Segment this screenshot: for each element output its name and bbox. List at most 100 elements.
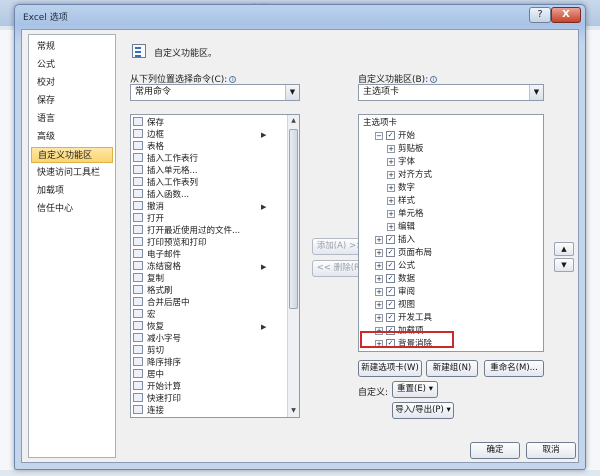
expand-icon[interactable]: + [375, 274, 383, 283]
expand-icon[interactable]: + [387, 170, 395, 179]
nav-item[interactable]: 公式 [31, 57, 113, 73]
command-item[interactable]: 电子邮件 [133, 249, 181, 261]
command-item[interactable]: 格式刷 [133, 285, 173, 297]
close-button[interactable]: X [551, 7, 581, 23]
ribbon-tree-item[interactable]: + ✓ 插入 [375, 234, 415, 247]
expand-icon[interactable]: + [387, 144, 395, 153]
command-item[interactable]: 打印预览和打印 [133, 237, 207, 249]
command-item[interactable]: 复制 [133, 273, 164, 285]
command-item[interactable]: 降序排序 [133, 357, 181, 369]
command-icon [133, 225, 143, 234]
scroll-up-icon[interactable]: ▲ [288, 115, 299, 127]
nav-item[interactable]: 校对 [31, 75, 113, 91]
new-tab-button[interactable]: 新建选项卡(W) [358, 360, 422, 377]
ok-button[interactable]: 确定 [470, 442, 520, 459]
nav-item[interactable]: 加载项 [31, 183, 113, 199]
expand-icon[interactable]: + [387, 196, 395, 205]
command-item[interactable]: 剪切 [133, 345, 164, 357]
ribbon-tree-item[interactable]: + ✓ 公式 [375, 260, 415, 273]
command-item[interactable]: 连接 [133, 405, 164, 417]
expand-icon[interactable]: + [387, 222, 395, 231]
expand-icon[interactable]: + [375, 261, 383, 270]
reset-button[interactable]: 重置(E) ▾ [392, 381, 438, 398]
tab-checkbox[interactable]: ✓ [386, 131, 395, 140]
command-icon [133, 405, 143, 414]
tab-checkbox[interactable]: ✓ [386, 287, 395, 296]
command-item[interactable]: 宏 [133, 309, 156, 321]
command-item[interactable]: 插入单元格... [133, 165, 198, 177]
ribbon-tree-item[interactable]: + ✓ 页面布局 [375, 247, 432, 260]
tab-checkbox[interactable]: ✓ [386, 261, 395, 270]
rename-button[interactable]: 重命名(M)... [484, 360, 544, 377]
command-item[interactable]: 居中 [133, 369, 164, 381]
expand-icon[interactable]: + [375, 248, 383, 257]
nav-item[interactable]: 信任中心 [31, 201, 113, 217]
dialog-client-area: 常规 公式 校对 保存 语言 高级 自定义功能区 快速访问工具栏 加载项 信任中心 自定义功能区。… [21, 29, 579, 463]
ribbon-tree-item[interactable]: + 剪贴板 [387, 143, 424, 156]
ribbon-tree-item[interactable]: + ✓ 审阅 [375, 286, 415, 299]
commands-list[interactable]: ▲ ▼ 保存 边框 ▶ 表格 插入工作表行 插入单元格... 插入工作表列 插入函数... 撤消… [130, 114, 300, 418]
command-item[interactable]: 保存 [133, 117, 164, 129]
expand-icon[interactable]: + [387, 183, 395, 192]
ribbon-tree-item[interactable]: + 样式 [387, 195, 415, 208]
ribbon-tabs-combo[interactable]: 主选项卡 ▼ [358, 84, 544, 101]
expand-icon[interactable]: + [375, 235, 383, 244]
customize-label: 自定义: [358, 388, 389, 398]
ribbon-tree-item[interactable]: 主选项卡 [363, 117, 397, 130]
new-group-button[interactable]: 新建组(N) [426, 360, 478, 377]
nav-item[interactable]: 快速访问工具栏 [31, 165, 113, 181]
command-item[interactable]: 打开 [133, 213, 164, 225]
tab-checkbox[interactable]: ✓ [386, 313, 395, 322]
expand-icon[interactable]: + [387, 209, 395, 218]
command-item[interactable]: 打开最近使用过的文件... [133, 225, 240, 237]
command-item[interactable]: 插入工作表列 [133, 177, 198, 189]
commands-list-scrollbar[interactable]: ▲ ▼ [287, 115, 299, 417]
ribbon-tree-item[interactable]: + ✓ 视图 [375, 299, 415, 312]
command-item[interactable]: 合并后居中 [133, 297, 190, 309]
expand-icon[interactable]: + [375, 313, 383, 322]
command-item[interactable]: 快速打印 [133, 393, 181, 405]
command-item[interactable]: 恢复 ▶ [133, 321, 266, 333]
ribbon-tree-item[interactable]: + ✓ 开发工具 [375, 312, 432, 325]
expand-icon[interactable]: + [387, 157, 395, 166]
command-item[interactable]: 撤消 ▶ [133, 201, 266, 213]
command-item[interactable]: 开始计算 [133, 381, 181, 393]
ribbon-tree-item[interactable]: + 数字 [387, 182, 415, 195]
import-export-button[interactable]: 导入/导出(P) ▾ [392, 402, 454, 419]
nav-item[interactable]: 高级 [31, 129, 113, 145]
expand-icon[interactable]: + [375, 287, 383, 296]
command-item[interactable]: 冻结窗格 ▶ [133, 261, 266, 273]
tab-checkbox[interactable]: ✓ [386, 248, 395, 257]
ribbon-tree-label: 视图 [398, 300, 416, 310]
command-item[interactable]: 边框 ▶ [133, 129, 266, 141]
nav-item[interactable]: 自定义功能区 [31, 147, 113, 163]
ribbon-tree-item[interactable]: + 单元格 [387, 208, 424, 221]
commands-source-combo[interactable]: 常用命令 ▼ [130, 84, 300, 101]
scroll-thumb[interactable] [289, 129, 298, 309]
command-item[interactable]: 减小字号 [133, 333, 181, 345]
command-item[interactable]: 插入函数... [133, 189, 189, 201]
collapse-icon[interactable]: − [375, 131, 383, 140]
nav-item[interactable]: 语言 [31, 111, 113, 127]
command-item[interactable]: 表格 [133, 141, 164, 153]
ribbon-tree-item[interactable]: + ✓ 数据 [375, 273, 415, 286]
tab-checkbox[interactable]: ✓ [386, 300, 395, 309]
ribbon-tree-item[interactable]: + 对齐方式 [387, 169, 432, 182]
ribbon-tree-item[interactable]: + 编辑 [387, 221, 415, 234]
cancel-button[interactable]: 取消 [526, 442, 576, 459]
nav-item[interactable]: 常规 [31, 39, 113, 55]
tab-checkbox[interactable]: ✓ [386, 235, 395, 244]
tab-checkbox[interactable]: ✓ [386, 274, 395, 283]
nav-item[interactable]: 保存 [31, 93, 113, 109]
ribbon-tree-item[interactable]: + 字体 [387, 156, 415, 169]
ribbon-tree[interactable]: 主选项卡 − ✓ 开始 + 剪贴板 + 字体 + 对齐方式 + 数字 + 样式 + 单元格 + 编辑 + ✓ 插入 + ✓ 页… [358, 114, 544, 352]
command-label: 插入工作表行 [147, 154, 199, 164]
command-icon [133, 249, 143, 258]
scroll-down-icon[interactable]: ▼ [288, 405, 299, 417]
expand-icon[interactable]: + [375, 300, 383, 309]
ribbon-tree-item[interactable]: − ✓ 开始 [375, 130, 415, 143]
move-up-button[interactable]: ▲ [554, 242, 574, 256]
command-item[interactable]: 插入工作表行 [133, 153, 198, 165]
move-down-button[interactable]: ▼ [554, 258, 574, 272]
help-button[interactable]: ? [529, 7, 551, 23]
